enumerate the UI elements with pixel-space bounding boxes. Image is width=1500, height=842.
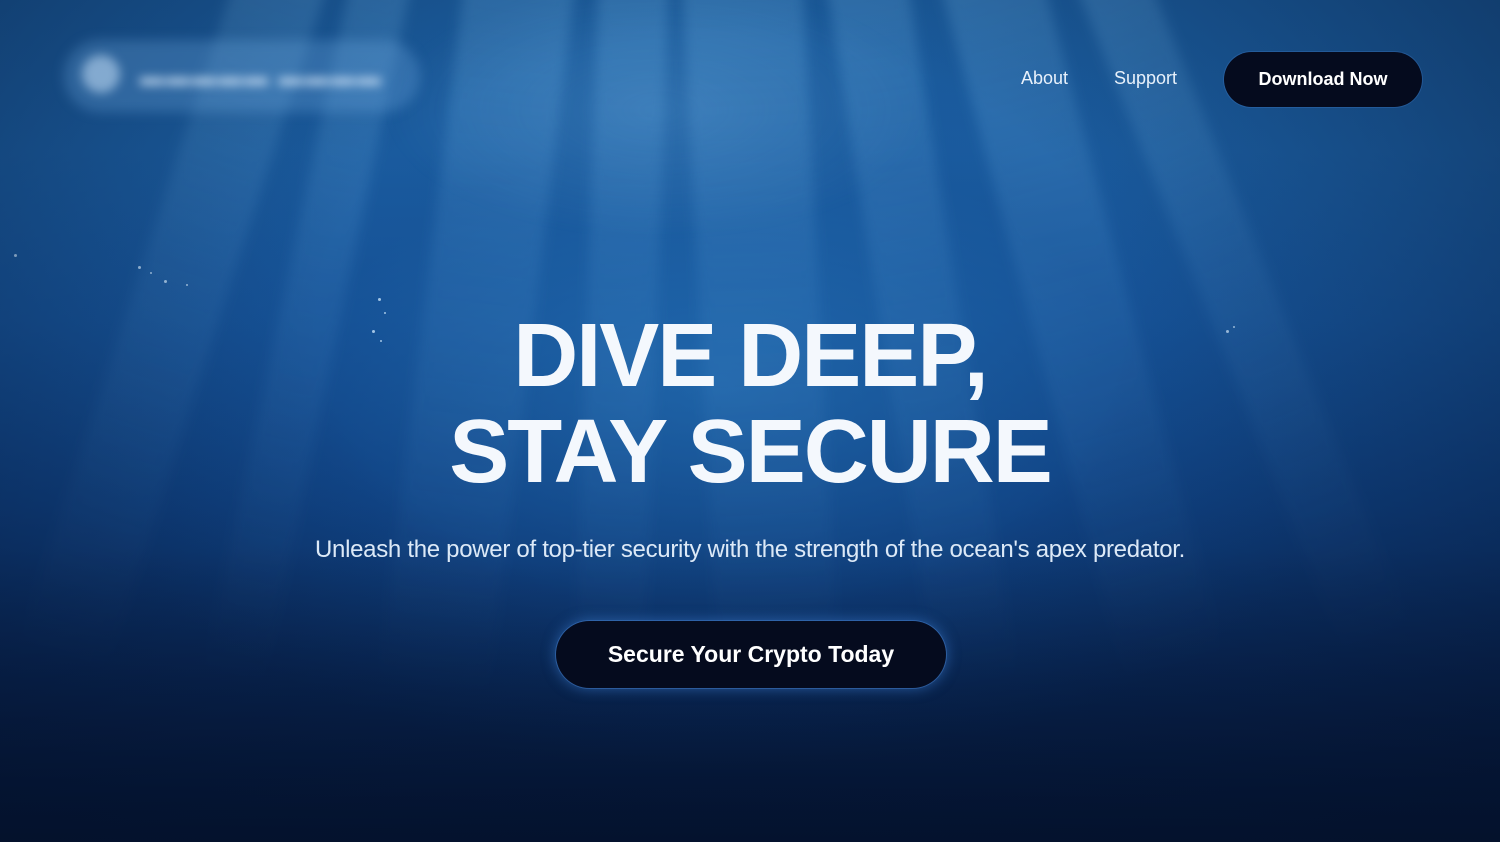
landing-page: ▬▬▬▬▬ ▬▬▬▬ About Support Download Now DI…: [0, 0, 1500, 842]
download-now-button[interactable]: Download Now: [1224, 52, 1422, 107]
hero-title-line-2: STAY SECURE: [449, 402, 1053, 502]
blurred-logo-text: ▬▬▬▬▬ ▬▬▬▬: [140, 64, 383, 91]
hero-title-line-1: DIVE DEEP,: [513, 306, 989, 406]
secure-crypto-cta-button[interactable]: Secure Your Crypto Today: [556, 621, 946, 688]
nav-link-about[interactable]: About: [1021, 68, 1068, 89]
hero-subtitle: Unleash the power of top-tier security w…: [315, 536, 1185, 563]
logo-icon: [82, 55, 120, 93]
hero-title: DIVE DEEP, STAY SECURE: [0, 308, 1500, 500]
nav-link-support[interactable]: Support: [1114, 68, 1177, 89]
site-header: ▬▬▬▬▬ ▬▬▬▬ About Support Download Now: [0, 0, 1500, 160]
